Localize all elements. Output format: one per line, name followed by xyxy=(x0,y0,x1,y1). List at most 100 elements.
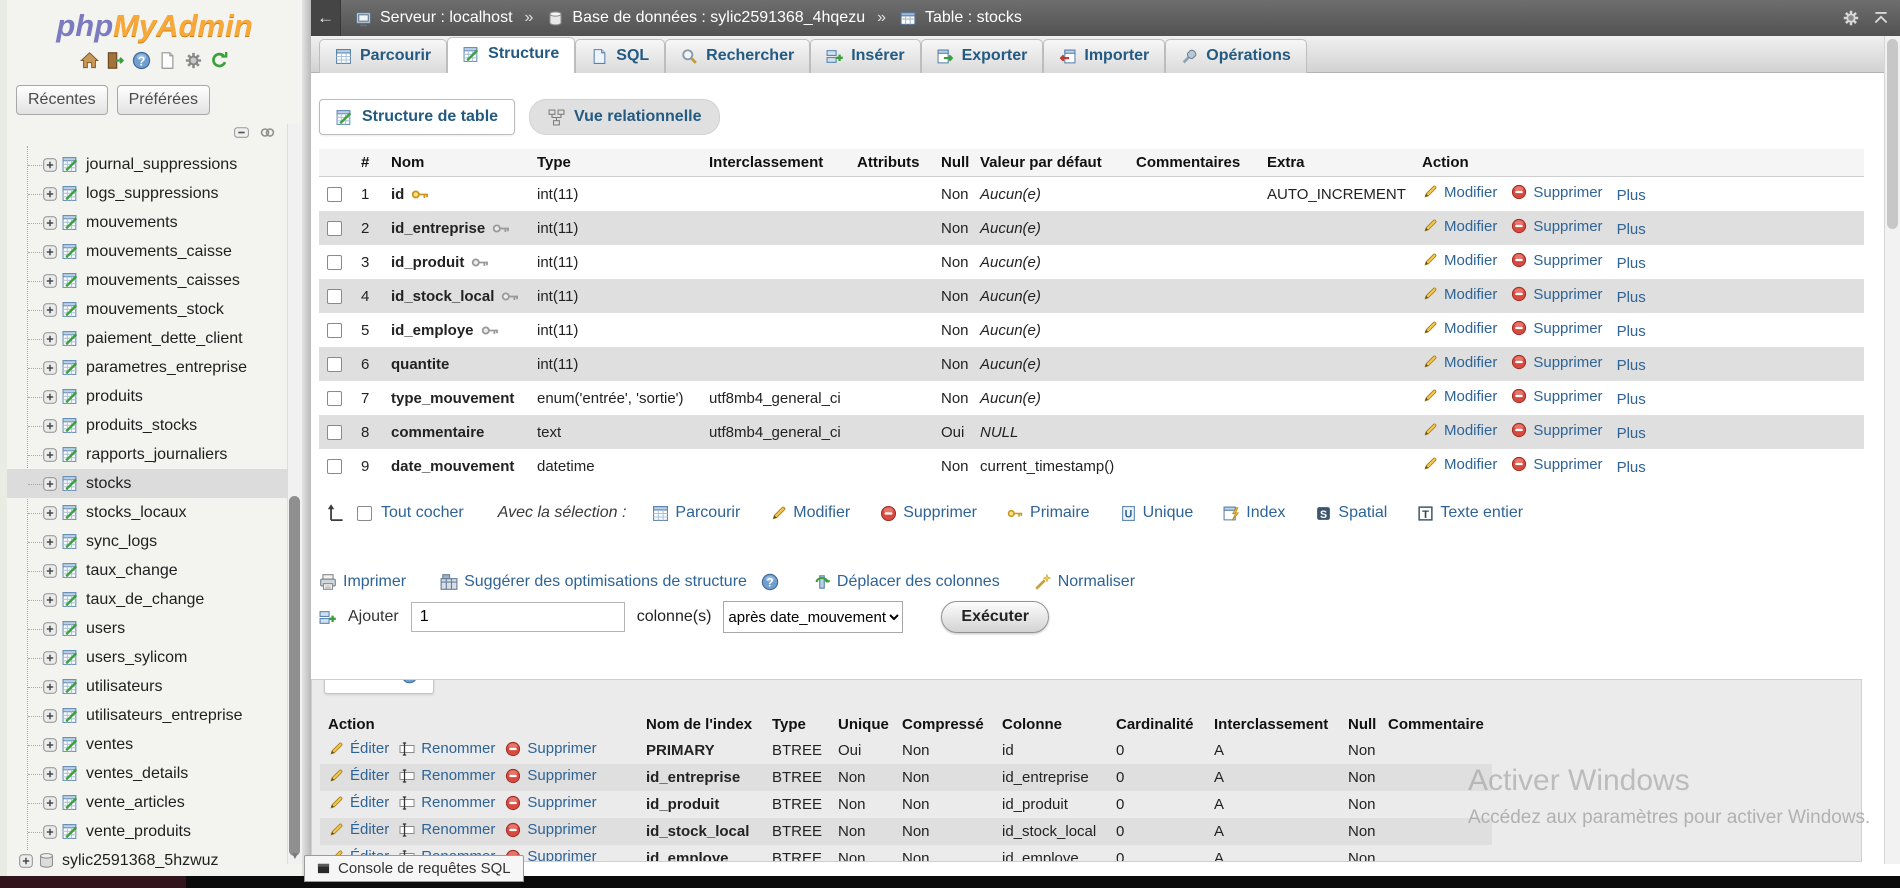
drop-id_entreprise-link[interactable]: Supprimer xyxy=(1511,218,1602,235)
edit-index-id_produit-link[interactable]: Éditer xyxy=(328,794,389,811)
sidebar-item-paiement_dette_client[interactable]: paiement_dette_client xyxy=(7,324,293,353)
imprimer-link[interactable]: Imprimer xyxy=(319,573,406,591)
collapse-top-icon[interactable] xyxy=(1872,9,1890,27)
row-checkbox-quantite[interactable] xyxy=(327,357,342,372)
row-checkbox-id_entreprise[interactable] xyxy=(327,221,342,236)
check-all-label[interactable]: Tout cocher xyxy=(381,504,464,522)
panel-divider[interactable] xyxy=(302,0,311,876)
drop-id_produit-link[interactable]: Supprimer xyxy=(1511,252,1602,269)
edit-index-id_stock_local-link[interactable]: Éditer xyxy=(328,821,389,838)
sidebar-item-logs_suppressions[interactable]: logs_suppressions xyxy=(7,179,293,208)
sidebar-item-stocks_locaux[interactable]: stocks_locaux xyxy=(7,498,293,527)
execute-button[interactable]: Exécuter xyxy=(941,601,1049,633)
more-date_mouvement-link[interactable]: Plus xyxy=(1617,459,1646,476)
sidebar-item-journal_suppressions[interactable]: journal_suppressions xyxy=(7,150,293,179)
modify-type_mouvement-link[interactable]: Modifier xyxy=(1422,388,1497,405)
scroll-down-arrow-icon[interactable]: ▼ xyxy=(288,851,302,862)
with-selected-supprimer-link[interactable]: Supprimer xyxy=(880,504,977,522)
sidebar-item-parametres_entreprise[interactable]: parametres_entreprise xyxy=(7,353,293,382)
edit-index-PRIMARY-link[interactable]: Éditer xyxy=(328,740,389,757)
modify-id_stock_local-link[interactable]: Modifier xyxy=(1422,286,1497,303)
sidebar-item-mouvements[interactable]: mouvements xyxy=(7,208,293,237)
rename-index-id_stock_local-link[interactable]: Renommer xyxy=(399,821,495,838)
with-selected-unique-link[interactable]: UUnique xyxy=(1120,504,1194,522)
drop-index-id_produit-link[interactable]: Supprimer xyxy=(505,794,596,811)
sql-console-button[interactable]: Console de requêtes SQL xyxy=(304,855,524,882)
main-scrollbar[interactable] xyxy=(1884,36,1900,864)
normaliser-link[interactable]: Normaliser xyxy=(1034,573,1135,591)
tab-exporter[interactable]: Exporter xyxy=(921,39,1044,73)
with-selected-primaire-link[interactable]: Primaire xyxy=(1007,504,1090,522)
modify-date_mouvement-link[interactable]: Modifier xyxy=(1422,456,1497,473)
drop-quantite-link[interactable]: Supprimer xyxy=(1511,354,1602,371)
tab-parcourir[interactable]: Parcourir xyxy=(319,39,447,73)
row-checkbox-type_mouvement[interactable] xyxy=(327,391,342,406)
rename-index-id_entreprise-link[interactable]: Renommer xyxy=(399,767,495,784)
more-id_produit-link[interactable]: Plus xyxy=(1617,255,1646,272)
modify-id-link[interactable]: Modifier xyxy=(1422,184,1497,201)
page-settings-gear-icon[interactable] xyxy=(1842,9,1860,27)
d-placer-des-colonnes-link[interactable]: Déplacer des colonnes xyxy=(813,573,1000,591)
sidebar-item-mouvements_caisse[interactable]: mouvements_caisse xyxy=(7,237,293,266)
with-selected-parcourir-link[interactable]: Parcourir xyxy=(652,504,740,522)
modify-id_produit-link[interactable]: Modifier xyxy=(1422,252,1497,269)
subtab-vue-relationnelle[interactable]: Vue relationnelle xyxy=(529,99,720,135)
sidebar-scrollbar-thumb[interactable] xyxy=(289,496,300,856)
drop-id_employe-link[interactable]: Supprimer xyxy=(1511,320,1602,337)
add-column-position-select[interactable]: après date_mouvement xyxy=(723,601,903,633)
refresh-icon[interactable] xyxy=(210,51,229,70)
rename-index-PRIMARY-link[interactable]: Renommer xyxy=(399,740,495,757)
bottom-console-bar[interactable] xyxy=(0,876,1900,888)
sidebar-item-utilisateurs[interactable]: utilisateurs xyxy=(7,672,293,701)
sidebar-item-mouvements_stock[interactable]: mouvements_stock xyxy=(7,295,293,324)
drop-index-id_stock_local-link[interactable]: Supprimer xyxy=(505,821,596,838)
tab-sql[interactable]: SQL xyxy=(575,39,665,73)
main-scrollbar-thumb[interactable] xyxy=(1887,39,1898,229)
more-id_stock_local-link[interactable]: Plus xyxy=(1617,289,1646,306)
drop-id-link[interactable]: Supprimer xyxy=(1511,184,1602,201)
phpmyadmin-logo[interactable]: phpMyAdmin xyxy=(7,0,302,44)
with-selected-modifier-link[interactable]: Modifier xyxy=(770,504,850,522)
logout-icon[interactable] xyxy=(106,51,125,70)
breadcrumb-server[interactable]: Serveur : localhost xyxy=(355,9,513,27)
back-button[interactable]: ← xyxy=(311,0,341,36)
favorites-button[interactable]: Préférées xyxy=(117,85,210,115)
row-checkbox-id_stock_local[interactable] xyxy=(327,289,342,304)
breadcrumb-database[interactable]: Base de données : sylic2591368_4hqezu xyxy=(547,9,865,27)
tab-structure[interactable]: Structure xyxy=(447,37,575,73)
with-selected-texte-entier-link[interactable]: TTexte entier xyxy=(1417,504,1523,522)
modify-id_entreprise-link[interactable]: Modifier xyxy=(1422,218,1497,235)
sidebar-item-ventes[interactable]: ventes xyxy=(7,730,293,759)
tab-ins-rer[interactable]: Insérer xyxy=(810,39,920,73)
tab-importer[interactable]: Importer xyxy=(1043,39,1165,73)
drop-index-PRIMARY-link[interactable]: Supprimer xyxy=(505,740,596,757)
sidebar-item-ventes_details[interactable]: ventes_details xyxy=(7,759,293,788)
rename-index-id_produit-link[interactable]: Renommer xyxy=(399,794,495,811)
row-checkbox-id_employe[interactable] xyxy=(327,323,342,338)
row-checkbox-id[interactable] xyxy=(327,187,342,202)
settings-gear-icon[interactable] xyxy=(184,51,203,70)
row-checkbox-id_produit[interactable] xyxy=(327,255,342,270)
sidebar-item-taux_change[interactable]: taux_change xyxy=(7,556,293,585)
collapse-all-icon[interactable] xyxy=(233,124,250,141)
drop-commentaire-link[interactable]: Supprimer xyxy=(1511,422,1602,439)
sidebar-item-sync_logs[interactable]: sync_logs xyxy=(7,527,293,556)
drop-index-id_entreprise-link[interactable]: Supprimer xyxy=(505,767,596,784)
tab-rechercher[interactable]: Rechercher xyxy=(665,39,810,73)
home-icon[interactable] xyxy=(80,51,99,70)
help-icon[interactable]: ? xyxy=(132,51,151,70)
sidebar-item-utilisateurs_entreprise[interactable]: utilisateurs_entreprise xyxy=(7,701,293,730)
recents-button[interactable]: Récentes xyxy=(16,85,108,115)
modify-id_employe-link[interactable]: Modifier xyxy=(1422,320,1497,337)
row-checkbox-date_mouvement[interactable] xyxy=(327,459,342,474)
sidebar-scrollbar[interactable]: ▼ xyxy=(287,124,302,864)
drop-type_mouvement-link[interactable]: Supprimer xyxy=(1511,388,1602,405)
more-id_entreprise-link[interactable]: Plus xyxy=(1617,221,1646,238)
docs-icon[interactable] xyxy=(158,51,177,70)
tab-op-rations[interactable]: Opérations xyxy=(1165,39,1306,73)
with-selected-spatial-link[interactable]: SSpatial xyxy=(1315,504,1387,522)
with-selected-index-link[interactable]: Index xyxy=(1223,504,1285,522)
more-quantite-link[interactable]: Plus xyxy=(1617,357,1646,374)
sidebar-item-sylic2591368_5hzwuz[interactable]: sylic2591368_5hzwuz xyxy=(7,846,293,875)
sidebar-item-stocks[interactable]: stocks xyxy=(7,469,293,498)
